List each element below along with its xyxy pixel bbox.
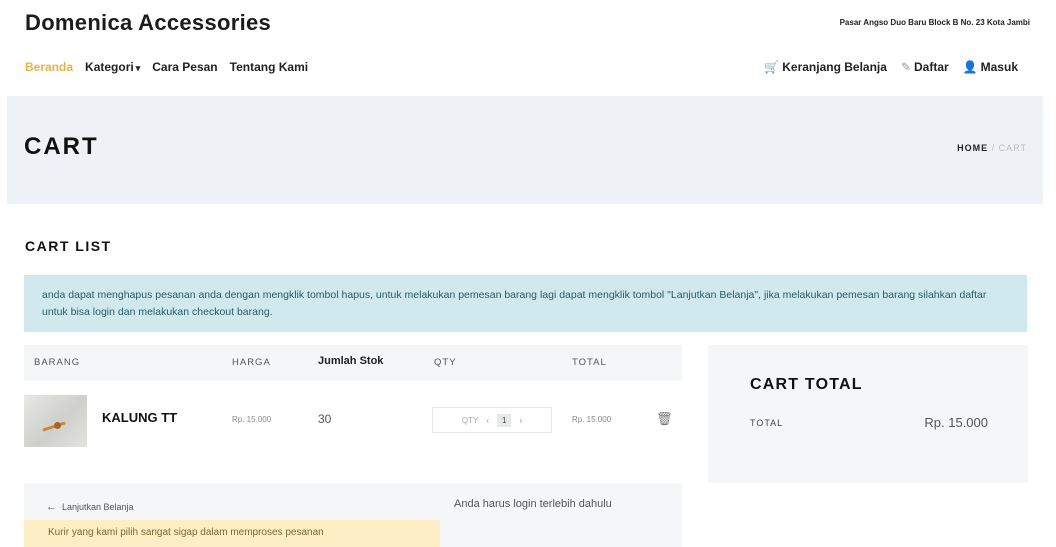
nav-masuk-label: Masuk xyxy=(980,60,1018,74)
column-qty: QTY xyxy=(434,357,457,368)
main-nav: Beranda Kategori ▾ Cara Pesan Tentang Kam… xyxy=(25,60,308,74)
cart-total-value: Rp. 15.000 xyxy=(924,415,988,430)
nav-kategori-label: Kategori xyxy=(85,60,134,74)
nav-cart-label: Keranjang Belanja xyxy=(782,60,887,74)
nav-kategori[interactable]: Kategori ▾ xyxy=(85,60,140,74)
arrow-left-icon: ← xyxy=(46,501,57,513)
page-title: CART xyxy=(24,133,99,160)
table-header: BARANG HARGA Jumlah Stok QTY TOTAL xyxy=(24,345,682,381)
store-address: Pasar Angso Duo Baru Block B No. 23 Kota… xyxy=(839,18,1030,27)
courier-warning: Kurir yang kami pilih sangat sigap dalam… xyxy=(24,520,440,547)
nav-daftar-link[interactable]: ✎ Daftar xyxy=(901,60,949,74)
trash-icon[interactable]: 🗑 xyxy=(656,411,673,427)
product-price: Rp. 15.000 xyxy=(232,415,272,424)
necklace-pendant-shape xyxy=(54,422,61,429)
nav-masuk-link[interactable]: 👤 Masuk xyxy=(963,60,1018,74)
product-thumbnail[interactable] xyxy=(24,395,87,447)
product-name[interactable]: KALUNG TT xyxy=(102,410,177,425)
quantity-increase-button[interactable]: › xyxy=(519,416,522,425)
column-harga: HARGA xyxy=(232,357,271,368)
quantity-input[interactable]: 1 xyxy=(497,413,512,427)
cart-list-title: CART LIST xyxy=(25,238,112,254)
user-icon: 👤 xyxy=(962,60,978,74)
continue-shopping-link[interactable]: ← Lanjutkan Belanja xyxy=(46,501,134,513)
info-alert: anda dapat menghapus pesanan anda dengan… xyxy=(24,275,1027,332)
account-nav: 🛒 Keranjang Belanja ✎ Daftar 👤 Masuk xyxy=(764,60,1018,74)
cart-total-label: TOTAL xyxy=(750,418,784,428)
cart-icon: 🛒 xyxy=(764,60,780,74)
product-total: Rp. 15.000 xyxy=(572,415,612,424)
breadcrumb-home[interactable]: HOME xyxy=(957,143,988,153)
nav-tentang-kami[interactable]: Tentang Kami xyxy=(230,60,308,74)
continue-shopping-label: Lanjutkan Belanja xyxy=(62,502,134,512)
nav-cart-link[interactable]: 🛒 Keranjang Belanja xyxy=(764,60,887,74)
breadcrumb-separator: / xyxy=(991,143,996,153)
chevron-down-icon: ▾ xyxy=(135,63,141,73)
cart-total-panel: CART TOTAL TOTAL Rp. 15.000 xyxy=(708,345,1028,483)
nav-cara-pesan[interactable]: Cara Pesan xyxy=(152,60,217,74)
column-stok: Jumlah Stok xyxy=(318,355,384,367)
cart-table: BARANG HARGA Jumlah Stok QTY TOTAL KALUN… xyxy=(24,345,682,455)
quantity-label: QTY xyxy=(461,415,479,425)
login-required-note: Anda harus login terlebih dahulu xyxy=(454,498,612,510)
cart-total-title: CART TOTAL xyxy=(750,376,863,393)
breadcrumb-current: CART xyxy=(998,143,1027,153)
quantity-decrease-button[interactable]: ‹ xyxy=(486,416,489,425)
column-barang: BARANG xyxy=(34,357,81,368)
table-row: KALUNG TT Rp. 15.000 30 QTY ‹ 1 › Rp. 15… xyxy=(24,395,682,450)
quantity-stepper: QTY ‹ 1 › xyxy=(432,407,552,433)
product-stock: 30 xyxy=(318,412,332,426)
nav-daftar-label: Daftar xyxy=(914,60,949,74)
edit-icon: ✎ xyxy=(900,60,911,74)
page-hero: CART HOME / CART xyxy=(7,96,1043,204)
column-total: TOTAL xyxy=(572,357,607,368)
site-brand[interactable]: Domenica Accessories xyxy=(25,10,271,36)
nav-beranda[interactable]: Beranda xyxy=(25,60,73,74)
breadcrumb: HOME / CART xyxy=(957,143,1027,153)
